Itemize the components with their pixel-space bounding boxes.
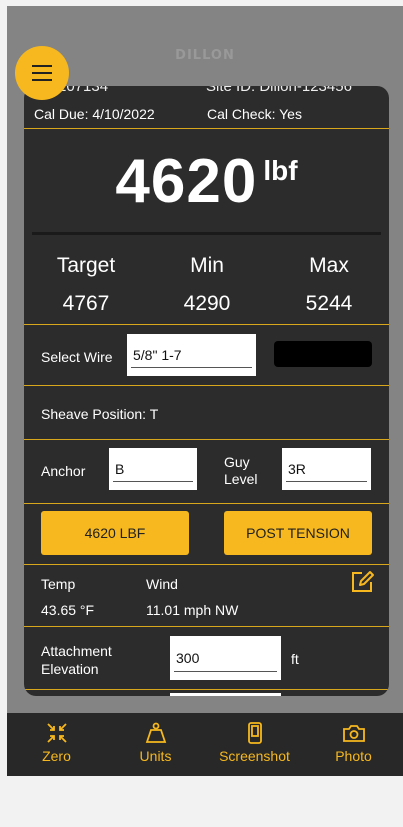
guy-level-input-value: 3R xyxy=(288,461,306,477)
site-id: Site ID: Dillon-123456 xyxy=(206,86,352,95)
attachment-elevation-label: Attachment Elevation xyxy=(41,643,112,677)
menu-icon-bar xyxy=(32,79,52,81)
wire-color-swatch xyxy=(274,341,372,367)
divider xyxy=(24,324,389,325)
nav-zero-label: Zero xyxy=(42,748,71,764)
target-value: 4767 xyxy=(62,292,110,315)
nav-photo[interactable]: Photo xyxy=(304,713,403,776)
divider xyxy=(24,564,389,565)
device-id: 107134 xyxy=(58,86,109,95)
nav-screenshot[interactable]: Screenshot xyxy=(205,713,304,776)
wind-label: Wind xyxy=(146,576,178,592)
sheave-position: Sheave Position: T xyxy=(41,406,159,422)
edit-icon[interactable] xyxy=(350,570,376,594)
divider xyxy=(24,689,389,690)
temp-value: 43.65 °F xyxy=(41,602,95,618)
cal-due: Cal Due: 4/10/2022 xyxy=(34,106,155,122)
divider xyxy=(24,439,389,440)
anchor-input-value: B xyxy=(115,461,125,477)
bottom-nav: Zero Units Screenshot Photo xyxy=(7,713,403,776)
max-label: Max xyxy=(309,254,349,277)
reading-value: 4620 xyxy=(115,147,258,216)
attachment-elevation-input[interactable]: 300 xyxy=(170,636,281,680)
attachment-elevation-value: 300 xyxy=(176,650,200,666)
min-value: 4290 xyxy=(183,292,231,315)
camera-icon xyxy=(342,725,365,742)
anchor-input[interactable]: B xyxy=(109,448,197,490)
max-value: 5244 xyxy=(305,292,353,315)
elevation-unit: ft xyxy=(291,651,299,667)
nav-zero[interactable]: Zero xyxy=(7,713,106,776)
live-reading: 4620 lbf xyxy=(24,146,389,217)
menu-icon-bar xyxy=(32,65,52,67)
target-label: Target xyxy=(56,254,116,277)
reading-unit: lbf xyxy=(263,155,298,186)
reading-card: 107134 Site ID: Dillon-123456 Cal Due: 4… xyxy=(24,86,389,696)
select-wire-label: Select Wire xyxy=(41,349,113,365)
weight-icon xyxy=(145,722,166,743)
wire-select-value: 5/8" 1-7 xyxy=(133,347,182,363)
guy-level-label: Guy Level xyxy=(224,454,258,487)
wire-select[interactable]: 5/8" 1-7 xyxy=(127,334,256,376)
wind-value: 11.01 mph NW xyxy=(146,602,239,618)
divider xyxy=(24,385,389,386)
nav-screenshot-label: Screenshot xyxy=(219,748,290,764)
menu-button[interactable] xyxy=(15,46,69,100)
divider xyxy=(24,503,389,504)
min-label: Min xyxy=(190,254,224,277)
divider xyxy=(32,232,381,235)
temp-label: Temp xyxy=(41,576,76,592)
next-input-partial[interactable] xyxy=(170,693,281,696)
nav-units[interactable]: Units xyxy=(106,713,205,776)
zero-icon xyxy=(46,723,67,743)
nav-photo-label: Photo xyxy=(335,748,372,764)
divider xyxy=(24,626,389,627)
device-info: 107134 Site ID: Dillon-123456 Cal Due: 4… xyxy=(24,86,389,128)
phone-icon xyxy=(247,722,262,744)
divider xyxy=(24,128,389,129)
app-screen: DILLON 107134 Site ID: Dillon-123456 Cal… xyxy=(7,6,403,776)
menu-icon-bar xyxy=(32,72,52,74)
guy-level-input[interactable]: 3R xyxy=(282,448,371,490)
anchor-label: Anchor xyxy=(41,463,86,479)
cal-check: Cal Check: Yes xyxy=(207,106,302,122)
record-reading-button[interactable]: 4620 LBF xyxy=(41,511,189,555)
nav-units-label: Units xyxy=(139,748,172,764)
post-tension-button[interactable]: POST TENSION xyxy=(224,511,372,555)
